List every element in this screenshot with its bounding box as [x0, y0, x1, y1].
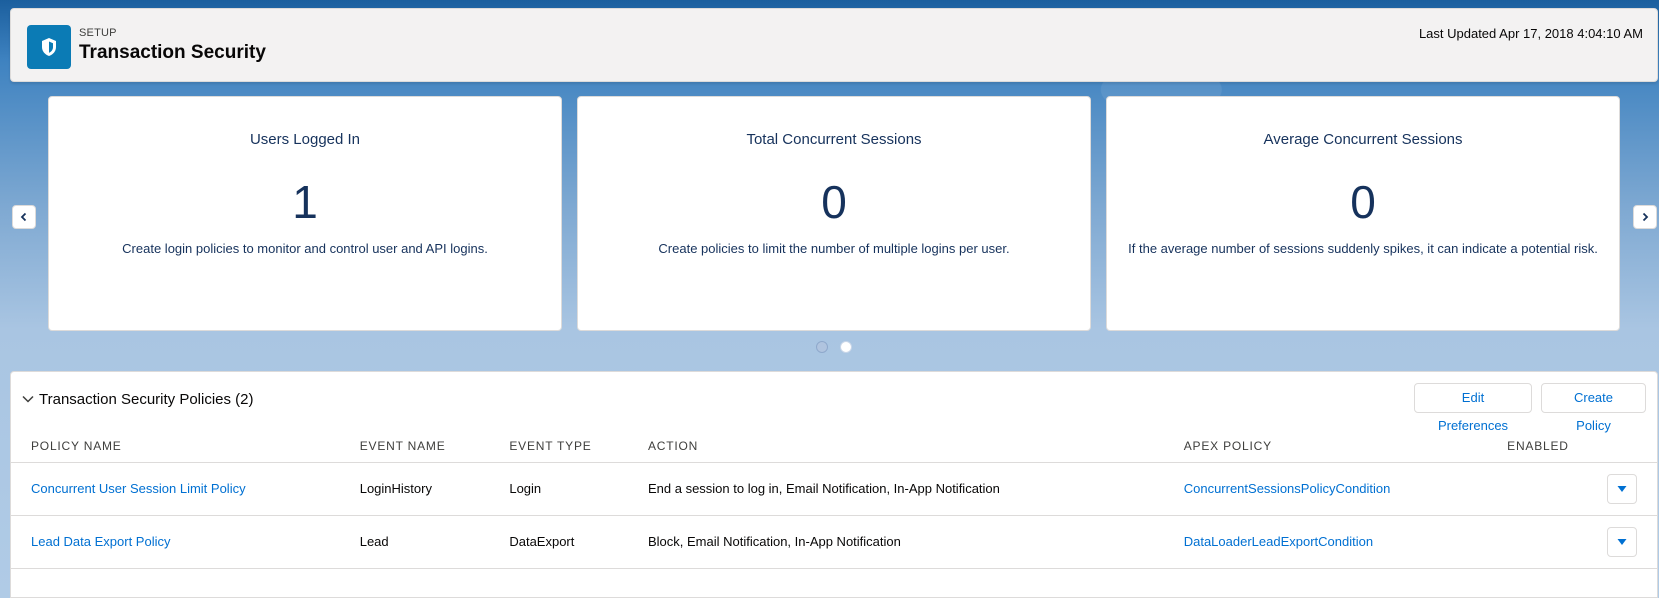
apex-policy-link[interactable]: ConcurrentSessionsPolicyCondition [1183, 462, 1508, 516]
chevron-left-icon [20, 212, 27, 222]
column-header-apex-policy[interactable]: APEX POLICY [1183, 429, 1508, 463]
chevron-right-icon [1642, 212, 1649, 222]
enabled-cell [1507, 462, 1607, 516]
column-header-event-type[interactable]: EVENT TYPE [509, 429, 648, 463]
apex-policy-link[interactable]: DataLoaderLeadExportCondition [1183, 515, 1508, 569]
column-header-enabled[interactable]: ENABLED [1507, 429, 1607, 463]
last-updated: Last Updated Apr 17, 2018 4:04:10 AM [1418, 26, 1643, 41]
policies-panel: Transaction Security Policies (2) Edit P… [10, 371, 1658, 598]
column-header-actions [1607, 429, 1657, 463]
edit-preferences-button[interactable]: Edit Preferences [1414, 383, 1532, 433]
event-type-cell: Login [509, 462, 648, 516]
page-eyebrow: SETUP [79, 27, 117, 39]
row-actions-menu-button[interactable] [1607, 526, 1637, 557]
chevron-down-icon[interactable] [21, 392, 35, 406]
column-header-event-name[interactable]: EVENT NAME [359, 429, 510, 463]
policy-name-link[interactable]: Concurrent User Session Limit Policy [11, 462, 360, 516]
carousel-dot-2[interactable] [840, 341, 852, 353]
create-policy-button[interactable]: Create Policy [1541, 383, 1646, 433]
page-title: Transaction Security [79, 42, 266, 63]
column-header-action[interactable]: ACTION [647, 429, 1184, 463]
stat-card-value: 0 [821, 176, 847, 228]
carousel-indicators [816, 341, 852, 353]
stat-card-title: Total Concurrent Sessions [746, 131, 922, 148]
row-actions-cell [1607, 462, 1657, 516]
shield-icon [27, 25, 71, 69]
table-row: Lead Data Export Policy Lead DataExport … [11, 515, 1657, 569]
stat-card-title: Average Concurrent Sessions [1263, 131, 1463, 148]
carousel-dot-1[interactable] [816, 341, 828, 353]
stat-card-users-logged-in: Users Logged In 1 Create login policies … [48, 96, 562, 331]
action-cell: End a session to log in, Email Notificat… [647, 462, 1184, 516]
table-row: Concurrent User Session Limit Policy Log… [11, 462, 1657, 516]
stat-card-description: Create login policies to monitor and con… [122, 241, 488, 256]
policies-table: POLICY NAME EVENT NAME EVENT TYPE ACTION… [11, 429, 1657, 569]
column-header-policy-name[interactable]: POLICY NAME [11, 429, 360, 463]
enabled-cell [1507, 515, 1607, 569]
row-actions-menu-button[interactable] [1607, 473, 1637, 504]
stat-card-description: Create policies to limit the number of m… [658, 241, 1010, 256]
stat-card-description: If the average number of sessions sudden… [1128, 241, 1598, 256]
policy-name-link[interactable]: Lead Data Export Policy [11, 515, 360, 569]
action-cell: Block, Email Notification, In-App Notifi… [647, 515, 1184, 569]
stat-card-title: Users Logged In [249, 131, 361, 148]
stat-card-total-concurrent-sessions: Total Concurrent Sessions 0 Create polic… [577, 96, 1091, 331]
event-name-cell: LoginHistory [359, 462, 510, 516]
caret-down-icon [1617, 538, 1627, 545]
carousel-prev-button[interactable] [12, 205, 36, 229]
event-name-cell: Lead [359, 515, 510, 569]
carousel-next-button[interactable] [1633, 205, 1657, 229]
stat-card-value: 1 [292, 176, 318, 228]
table-header-row: POLICY NAME EVENT NAME EVENT TYPE ACTION… [11, 429, 1657, 463]
row-actions-cell [1607, 515, 1657, 569]
stat-card-value: 0 [1350, 176, 1376, 228]
caret-down-icon [1617, 485, 1627, 492]
page-header: SETUP Transaction Security Last Updated … [10, 8, 1658, 82]
event-type-cell: DataExport [509, 515, 648, 569]
stat-card-average-concurrent-sessions: Average Concurrent Sessions 0 If the ave… [1106, 96, 1620, 331]
policies-panel-header: Transaction Security Policies (2) Edit P… [11, 372, 1657, 433]
policies-panel-title[interactable]: Transaction Security Policies (2) [39, 391, 254, 408]
